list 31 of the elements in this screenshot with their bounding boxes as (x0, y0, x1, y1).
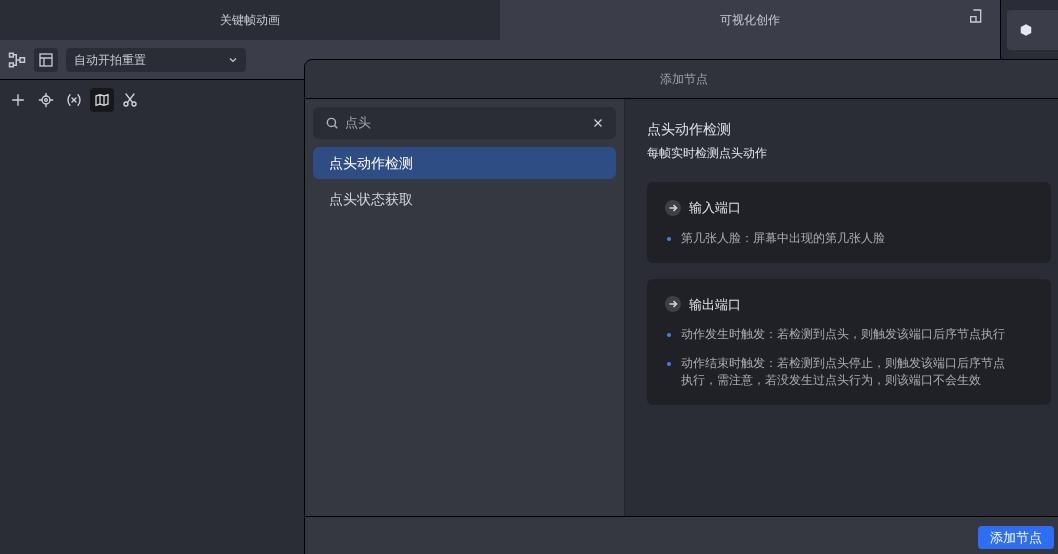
search-field[interactable]: 点头 (313, 107, 616, 139)
port-description: 动作发生时触发：若检测到点头，则触发该端口后序节点执行 (681, 327, 1005, 342)
dialog-title: 添加节点 (305, 60, 1058, 99)
search-icon (325, 116, 339, 130)
search-input[interactable]: 点头 (345, 113, 586, 133)
tool-button[interactable] (90, 88, 114, 112)
close-icon[interactable] (592, 117, 604, 129)
tab[interactable]: 可视化创作 (500, 0, 1000, 40)
variable-icon (66, 92, 82, 108)
dropdown[interactable]: 自动开拍重置 (66, 47, 246, 72)
cube-icon (1019, 23, 1033, 37)
node-description: 每帧实时检测点头动作 (647, 145, 768, 162)
port-heading: 输出端口 (689, 295, 741, 314)
plus-icon (10, 92, 26, 108)
bullet-icon (667, 236, 671, 241)
bullet-icon (667, 333, 671, 337)
layout-icon (38, 51, 54, 68)
bullet-icon (667, 362, 671, 366)
map-icon (94, 92, 110, 108)
expand-icon[interactable] (968, 8, 984, 24)
node-title: 点头动作检测 (647, 120, 732, 139)
layout-button[interactable] (34, 47, 58, 72)
result-item[interactable]: 点头动作检测 (313, 147, 616, 179)
node-tree-icon[interactable] (8, 51, 26, 68)
port-heading: 输入端口 (689, 199, 741, 217)
port-description: 动作结束时触发：若检测到点头停止，则触发该端口后序节点执行，需注意，若没发生过点头行为，则该端口不会生效 (681, 356, 1006, 388)
scissors-icon (122, 92, 138, 108)
result-item[interactable]: 点头状态获取 (313, 183, 616, 215)
port-description: 第几张人脸：屏幕中出现的第几张人脸 (681, 230, 885, 246)
target-icon (38, 92, 54, 108)
add-node-button[interactable]: 添加节点 (978, 526, 1054, 549)
